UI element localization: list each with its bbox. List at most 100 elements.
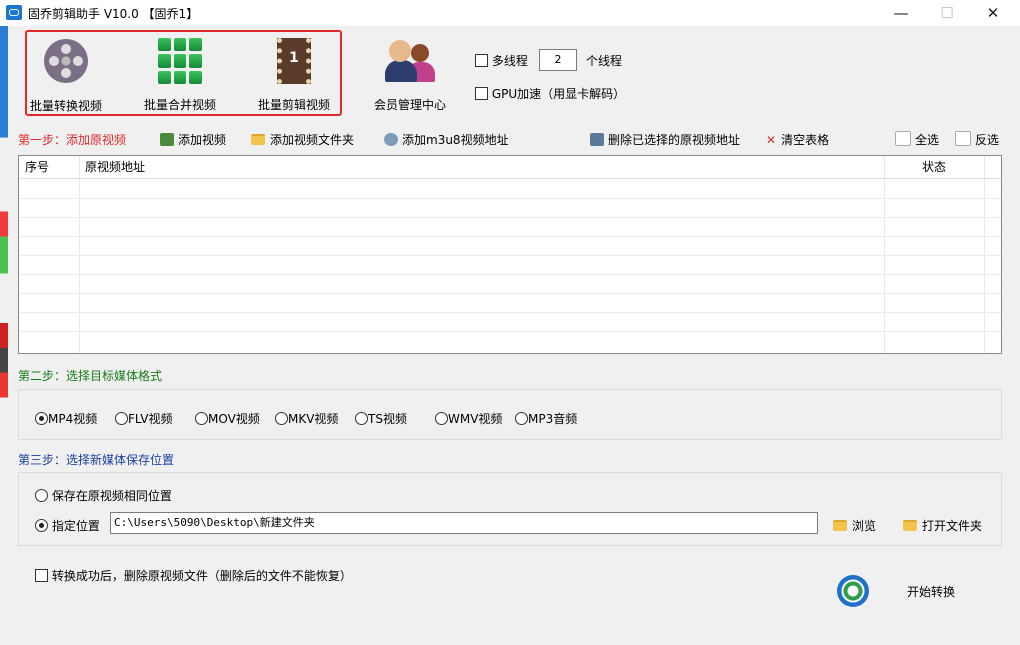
- delete-after-checkbox[interactable]: [35, 569, 48, 582]
- batch-convert-button[interactable]: 批量转换视频: [16, 36, 116, 114]
- col-status-header[interactable]: 状态: [916, 156, 1006, 178]
- invert-select-icon: [955, 131, 971, 146]
- add-folder-label: 添加视频文件夹: [270, 133, 355, 147]
- row-divider: [19, 255, 1001, 256]
- custom-location-option[interactable]: 指定位置: [35, 517, 100, 534]
- desktop-edge: [0, 26, 8, 645]
- radio-icon[interactable]: [435, 412, 448, 425]
- add-folder-button[interactable]: 添加视频文件夹: [251, 131, 354, 148]
- row-divider: [19, 236, 1001, 237]
- member-center-button[interactable]: 会员管理中心: [360, 36, 460, 113]
- users-icon: [385, 38, 435, 88]
- add-video-label: 添加视频: [178, 133, 227, 147]
- format-mp4[interactable]: MP4视频: [35, 410, 97, 427]
- format-ts[interactable]: TS视频: [355, 410, 407, 427]
- gpu-option[interactable]: GPU加速（用显卡解码）: [475, 85, 625, 102]
- format-flv[interactable]: FLV视频: [115, 410, 172, 427]
- batch-convert-label: 批量转换视频: [29, 99, 102, 113]
- radio-icon[interactable]: [275, 412, 288, 425]
- multithread-option[interactable]: 多线程: [475, 52, 528, 69]
- format-wmv-label: WMV视频: [448, 412, 503, 426]
- row-divider: [19, 312, 1001, 313]
- maximize-button[interactable]: ☐: [924, 0, 970, 26]
- select-all-button[interactable]: 全选: [895, 131, 939, 148]
- row-divider: [19, 198, 1001, 199]
- format-mkv[interactable]: MKV视频: [275, 410, 338, 427]
- radio-icon[interactable]: [35, 519, 48, 532]
- format-mov[interactable]: MOV视频: [195, 410, 260, 427]
- film-reel-icon: [41, 39, 91, 89]
- batch-merge-button[interactable]: 批量合并视频: [130, 36, 230, 113]
- col-index-header[interactable]: 序号: [19, 156, 79, 178]
- step1-label: 第一步：添加原视频: [18, 133, 127, 147]
- thread-unit-label: 个线程: [586, 54, 623, 68]
- title-bar: 固乔剪辑助手 V10.0 【固乔1】 — ☐ ✕: [0, 0, 1020, 26]
- link-icon: [384, 133, 398, 146]
- window-title: 固乔剪辑助手 V10.0 【固乔1】: [28, 7, 199, 21]
- open-folder-icon: [903, 520, 917, 531]
- invert-select-label: 反选: [975, 133, 1000, 147]
- browse-label: 浏览: [852, 519, 877, 533]
- radio-icon[interactable]: [515, 412, 528, 425]
- batch-cut-button[interactable]: 批量剪辑视频: [244, 36, 344, 113]
- close-button[interactable]: ✕: [970, 0, 1016, 26]
- format-wmv[interactable]: WMV视频: [435, 410, 502, 427]
- open-folder-button[interactable]: 打开文件夹: [903, 517, 982, 534]
- open-folder-label: 打开文件夹: [922, 519, 983, 533]
- delete-after-option[interactable]: 转换成功后，删除原视频文件（删除后的文件不能恢复）: [35, 567, 352, 584]
- delete-list-icon: [590, 133, 604, 146]
- save-location-panel: [18, 472, 1002, 546]
- format-mov-label: MOV视频: [208, 412, 260, 426]
- video-table[interactable]: 序号 原视频地址 状态: [18, 155, 1002, 354]
- merge-grid-icon: [155, 38, 205, 88]
- add-video-button[interactable]: 添加视频: [160, 131, 226, 148]
- gpu-checkbox[interactable]: [475, 87, 488, 100]
- radio-icon[interactable]: [195, 412, 208, 425]
- radio-icon[interactable]: [35, 412, 48, 425]
- radio-icon[interactable]: [355, 412, 368, 425]
- step3-label: 第三步：选择新媒体保存位置: [18, 453, 175, 467]
- add-m3u8-button[interactable]: 添加m3u8视频地址: [384, 131, 509, 148]
- radio-icon[interactable]: [115, 412, 128, 425]
- row-divider: [19, 274, 1001, 275]
- header-divider: [19, 178, 1001, 179]
- delete-selected-label: 删除已选择的原视频地址: [608, 133, 741, 147]
- same-location-label: 保存在原视频相同位置: [51, 489, 172, 503]
- film-strip-icon: [269, 38, 319, 88]
- thread-count-input[interactable]: 2: [539, 49, 577, 71]
- custom-location-label: 指定位置: [51, 519, 100, 533]
- batch-cut-label: 批量剪辑视频: [257, 98, 330, 112]
- col-path-header[interactable]: 原视频地址: [79, 156, 884, 178]
- app-icon: [6, 5, 22, 20]
- browse-button[interactable]: 浏览: [833, 517, 876, 534]
- folder-icon: [251, 134, 265, 145]
- batch-merge-label: 批量合并视频: [143, 98, 216, 112]
- minimize-button[interactable]: —: [878, 0, 924, 26]
- multithread-checkbox[interactable]: [475, 54, 488, 67]
- format-flv-label: FLV视频: [128, 412, 173, 426]
- radio-icon[interactable]: [35, 489, 48, 502]
- add-video-icon: [160, 133, 174, 146]
- multithread-label: 多线程: [491, 54, 528, 68]
- member-center-label: 会员管理中心: [373, 98, 446, 112]
- format-mp4-label: MP4视频: [48, 412, 98, 426]
- format-mkv-label: MKV视频: [288, 412, 339, 426]
- invert-select-button[interactable]: 反选: [955, 131, 999, 148]
- clear-x-icon: ✕: [766, 133, 777, 147]
- delete-after-label: 转换成功后，删除原视频文件（删除后的文件不能恢复）: [51, 569, 352, 583]
- format-mp3-label: MP3音频: [528, 412, 578, 426]
- clear-table-label: 清空表格: [781, 133, 830, 147]
- clear-table-button[interactable]: ✕ 清空表格: [766, 131, 829, 148]
- row-divider: [19, 293, 1001, 294]
- save-path-input[interactable]: C:\Users\5090\Desktop\新建文件夹: [110, 512, 818, 534]
- same-location-option[interactable]: 保存在原视频相同位置: [35, 487, 172, 504]
- refresh-icon[interactable]: [837, 575, 869, 607]
- step2-label: 第二步：选择目标媒体格式: [18, 369, 163, 383]
- format-mp3[interactable]: MP3音频: [515, 410, 577, 427]
- add-m3u8-label: 添加m3u8视频地址: [402, 133, 509, 147]
- row-divider: [19, 217, 1001, 218]
- delete-selected-button[interactable]: 删除已选择的原视频地址: [590, 131, 740, 148]
- start-convert-button[interactable]: 开始转换: [907, 583, 955, 600]
- select-all-label: 全选: [915, 133, 940, 147]
- select-all-icon: [895, 131, 911, 146]
